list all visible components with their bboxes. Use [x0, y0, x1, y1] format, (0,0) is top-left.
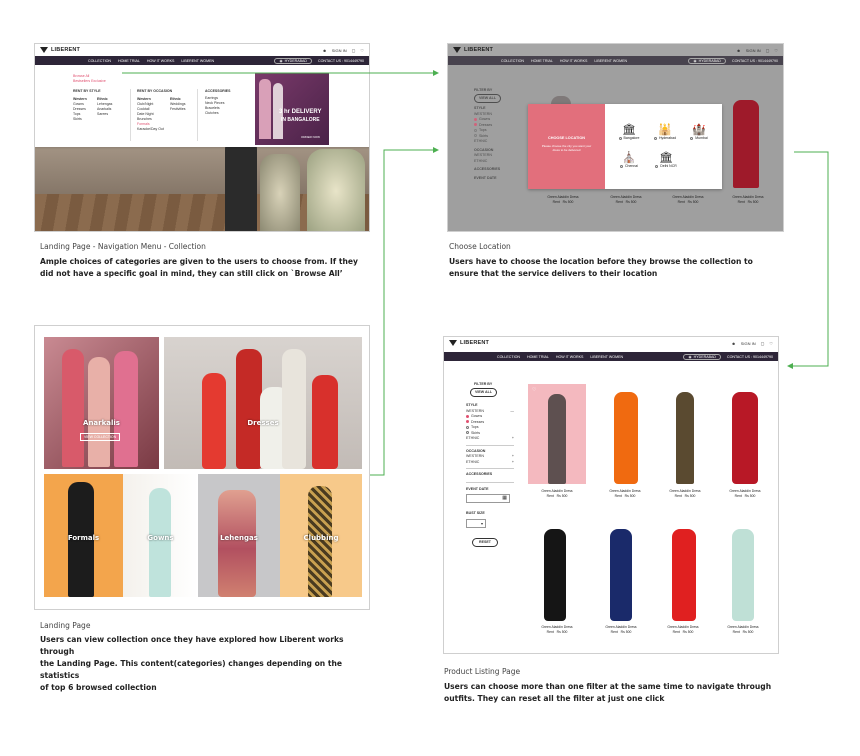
arrow-landing-to-location [370, 147, 439, 476]
arrow-location-to-listing [787, 151, 829, 369]
flow-arrows [122, 70, 829, 476]
